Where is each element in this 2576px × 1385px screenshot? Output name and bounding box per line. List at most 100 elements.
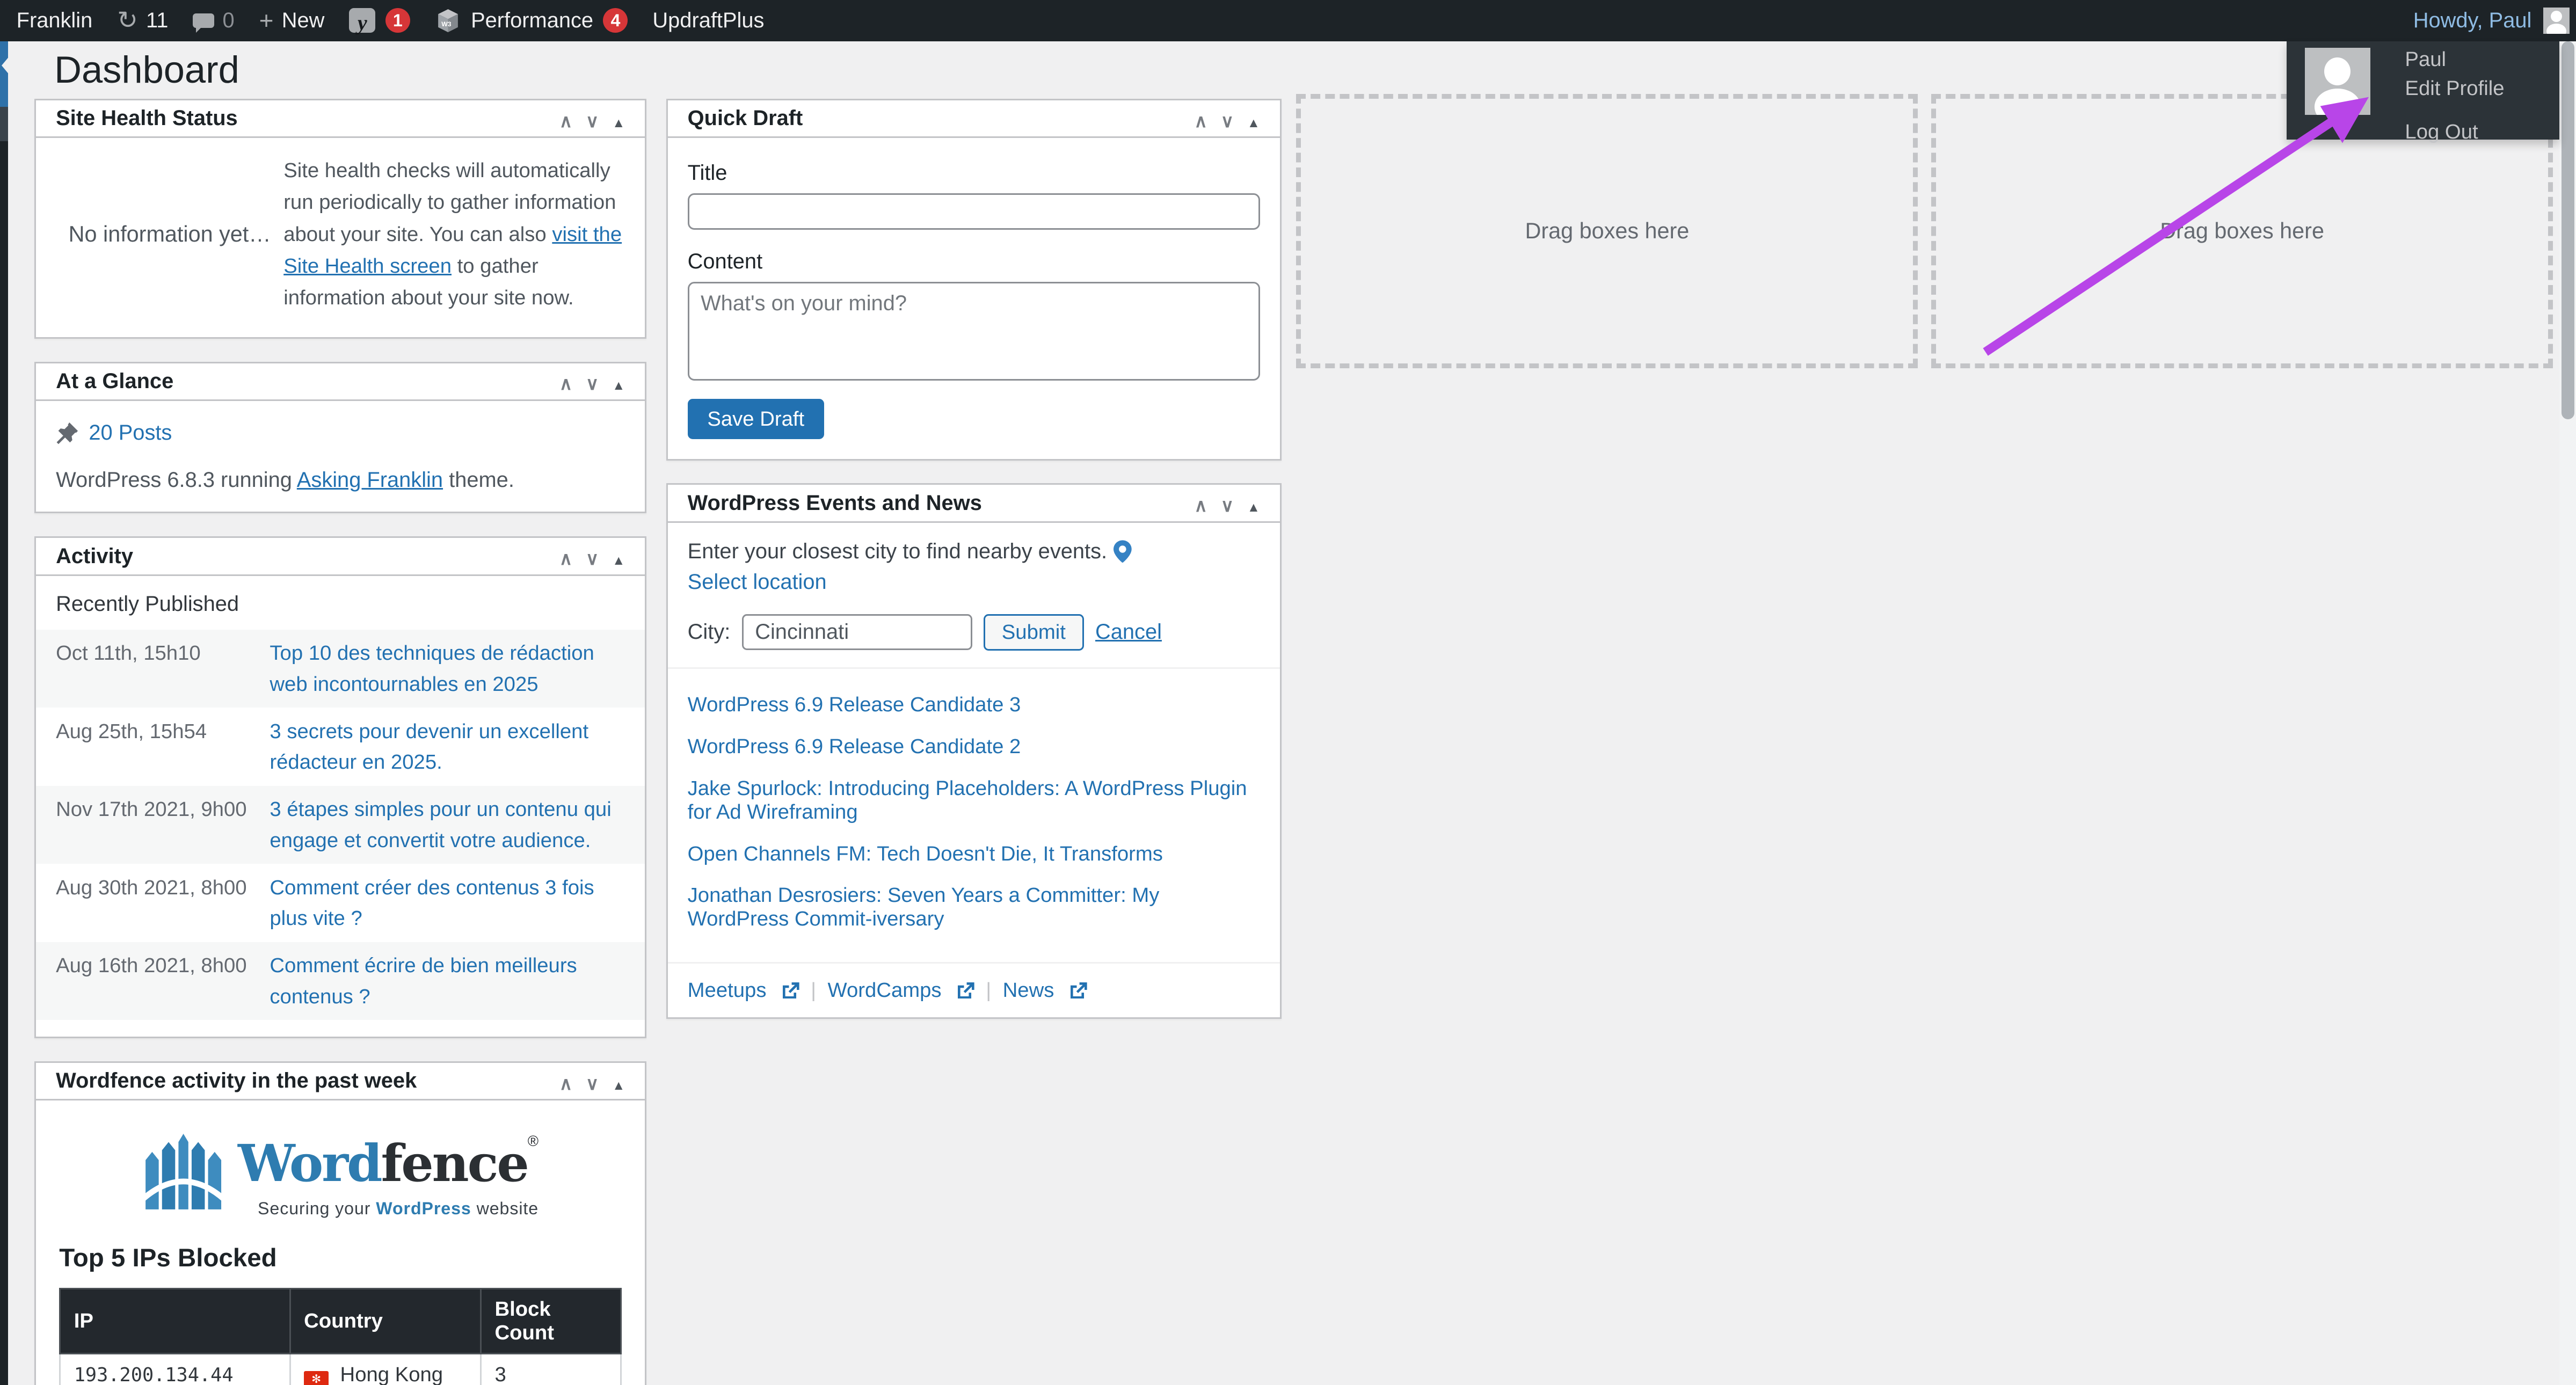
move-down-icon[interactable] [586, 366, 599, 396]
collapse-icon[interactable] [612, 541, 625, 571]
site-health-header[interactable]: Site Health Status [36, 100, 645, 138]
events-intro-text: Enter your closest city to find nearby e… [687, 539, 1108, 563]
activity-row: Aug 30th 2021, 8h00 Comment créer des co… [36, 864, 645, 942]
news-link[interactable]: Jake Spurlock: Introducing Placeholders:… [688, 777, 1260, 824]
activity-header[interactable]: Activity [36, 538, 645, 576]
ip-cell: 193.200.134.44 [59, 1353, 291, 1385]
w3tc-cube-icon: W3 [438, 9, 458, 32]
admin-bar-comments[interactable]: 0 [193, 9, 235, 33]
submit-button[interactable]: Submit [984, 614, 1084, 651]
events-news-widget: WordPress Events and News Enter your clo… [666, 483, 1282, 1019]
wordfence-header[interactable]: Wordfence activity in the past week [36, 1063, 645, 1101]
news-link[interactable]: Open Channels FM: Tech Doesn't Die, It T… [688, 842, 1260, 866]
widget-controls [1194, 104, 1260, 134]
collapse-icon[interactable] [612, 1066, 625, 1096]
column-header-country: Country [289, 1287, 482, 1355]
theme-link[interactable]: Asking Franklin [297, 468, 443, 492]
events-footer: Meetups | WordCamps | News [667, 962, 1280, 1017]
admin-bar-performance[interactable]: W3 Performance 4 [435, 8, 628, 34]
news-list: WordPress 6.9 Release Candidate 3 WordPr… [667, 667, 1280, 963]
profile-name-link[interactable]: Paul [2405, 48, 2504, 70]
move-up-icon[interactable] [559, 104, 573, 134]
news-footer-link[interactable]: News [1003, 979, 1054, 1002]
country-name: Hong Kong [340, 1362, 443, 1385]
move-up-icon[interactable] [1194, 488, 1207, 518]
admin-bar-my-account[interactable]: Howdy, Paul [2413, 7, 2576, 34]
move-down-icon[interactable] [586, 1066, 599, 1096]
move-down-icon[interactable] [1221, 488, 1234, 518]
city-input[interactable] [741, 614, 972, 651]
widget-controls [559, 104, 625, 134]
at-a-glance-header[interactable]: At a Glance [36, 363, 645, 401]
scrollbar-track[interactable] [2559, 41, 2576, 1385]
admin-bar-site-name[interactable]: Franklin [17, 9, 93, 33]
collapse-icon[interactable] [612, 104, 625, 134]
move-down-icon[interactable] [1221, 104, 1234, 134]
cancel-link[interactable]: Cancel [1095, 620, 1162, 644]
events-header[interactable]: WordPress Events and News [667, 485, 1280, 523]
performance-badge: 4 [603, 8, 628, 33]
quick-draft-widget: Quick Draft Title Content Save Draft [666, 98, 1282, 461]
widget-controls [1194, 488, 1260, 518]
draft-title-input[interactable] [687, 193, 1260, 230]
site-health-status: No information yet… [68, 221, 271, 246]
pushpin-icon [56, 422, 78, 444]
collapse-icon[interactable] [1247, 488, 1260, 518]
widget-title: Activity [56, 544, 133, 568]
table-header-row: IP Country Block Count [59, 1287, 622, 1355]
wordcamps-link[interactable]: WordCamps [828, 979, 942, 1002]
post-link[interactable]: 3 secrets pour devenir un excellent réda… [270, 716, 628, 778]
post-link[interactable]: 3 étapes simples pour un contenu qui eng… [270, 794, 628, 856]
quick-draft-header[interactable]: Quick Draft [667, 100, 1280, 138]
admin-bar-updraftplus[interactable]: UpdraftPlus [652, 9, 764, 33]
move-up-icon[interactable] [559, 366, 573, 396]
avatar [2543, 7, 2570, 34]
activity-row: Aug 16th 2021, 8h00 Comment écrire de bi… [36, 942, 645, 1020]
edit-profile-link[interactable]: Edit Profile [2405, 77, 2504, 99]
collapse-icon[interactable] [1247, 104, 1260, 134]
performance-label: Performance [471, 8, 594, 32]
admin-bar-updates[interactable]: ↻ 11 [117, 8, 168, 33]
log-out-link[interactable]: Log Out [2405, 121, 2504, 142]
wordpress-dashboard: Franklin ↻ 11 0 + New y 1 W3 Performance… [0, 0, 2576, 1385]
select-location-link[interactable]: Select location [688, 570, 827, 594]
admin-bar-yoast[interactable]: y 1 [349, 8, 410, 33]
tagline-text: Securing your [258, 1198, 376, 1218]
scrollbar-thumb[interactable] [2561, 41, 2574, 420]
admin-bar-new[interactable]: + New [259, 6, 325, 35]
move-down-icon[interactable] [586, 104, 599, 134]
collapse-icon[interactable] [612, 366, 625, 396]
post-link[interactable]: Top 10 des techniques de rédaction web i… [270, 638, 628, 699]
activity-row: Aug 25th, 15h54 3 secrets pour devenir u… [36, 708, 645, 786]
move-down-icon[interactable] [586, 541, 599, 571]
column-header-ip: IP [59, 1287, 291, 1355]
title-label: Title [687, 161, 727, 185]
move-up-icon[interactable] [559, 541, 573, 571]
admin-menu-active-item[interactable] [0, 41, 10, 107]
news-link[interactable]: WordPress 6.9 Release Candidate 2 [688, 735, 1260, 759]
count-cell: 3 [479, 1353, 622, 1385]
meetups-link[interactable]: Meetups [688, 979, 767, 1002]
posts-count-link[interactable]: 20 Posts [89, 421, 172, 445]
admin-menu-item[interactable] [0, 107, 9, 142]
new-label: New [281, 8, 325, 32]
move-up-icon[interactable] [1194, 104, 1207, 134]
empty-widget-dropzone[interactable]: Drag boxes here [1296, 93, 1918, 369]
move-up-icon[interactable] [559, 1066, 573, 1096]
news-link[interactable]: Jonathan Desrosiers: Seven Years a Commi… [688, 884, 1260, 931]
plus-icon: + [259, 6, 274, 35]
widget-controls [559, 541, 625, 571]
post-date: Aug 25th, 15h54 [56, 719, 207, 743]
draft-content-textarea[interactable] [687, 281, 1260, 381]
external-link-icon [783, 982, 799, 999]
save-draft-button[interactable]: Save Draft [687, 399, 824, 439]
tagline-brand: WordPress [376, 1198, 471, 1218]
news-link[interactable]: WordPress 6.9 Release Candidate 3 [688, 693, 1260, 717]
activity-row: Oct 11th, 15h10 Top 10 des techniques de… [36, 629, 645, 708]
howdy-label: Howdy, Paul [2413, 8, 2532, 32]
post-link[interactable]: Comment écrire de bien meilleurs contenu… [270, 950, 628, 1012]
admin-menu-collapsed[interactable] [0, 41, 10, 1385]
post-link[interactable]: Comment créer des contenus 3 fois plus v… [270, 872, 628, 934]
yoast-icon: y [349, 8, 376, 33]
wordfence-logo-word: Word [238, 1133, 383, 1193]
